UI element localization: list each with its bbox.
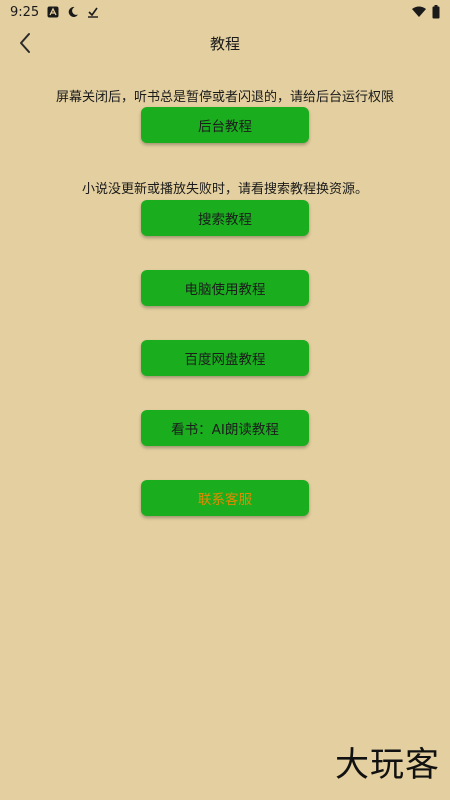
check-download-icon: [88, 7, 99, 18]
background-tutorial-button[interactable]: 后台教程: [141, 107, 309, 143]
status-time: 9:25: [10, 4, 40, 20]
night-mode-icon: [68, 6, 79, 17]
page-title: 教程: [209, 35, 240, 53]
watermark: 大玩客: [335, 745, 440, 785]
background-permission-hint: 屏幕关闭后，听书总是暂停或者闪退的，请给后台运行权限: [55, 90, 394, 105]
baidu-pan-tutorial-button[interactable]: 百度网盘教程: [141, 340, 309, 376]
battery-icon: [432, 5, 440, 19]
baidu-pan-tutorial-label: 百度网盘教程: [184, 352, 266, 368]
contact-support-button[interactable]: 联系客服: [141, 480, 309, 516]
ai-reading-tutorial-button[interactable]: 看书：AI朗读教程: [141, 410, 309, 446]
source-switch-hint: 小说没更新或播放失败时，请看搜索教程换资源。: [81, 182, 368, 197]
background-tutorial-label: 后台教程: [198, 119, 252, 135]
contact-support-label: 联系客服: [198, 492, 252, 508]
ai-reading-tutorial-label: 看书：AI朗读教程: [171, 422, 279, 438]
pc-tutorial-button[interactable]: 电脑使用教程: [141, 270, 309, 306]
status-right: [412, 5, 440, 19]
header: 教程: [0, 24, 450, 62]
search-tutorial-button[interactable]: 搜索教程: [141, 200, 309, 236]
status-left: 9:25: [10, 5, 99, 20]
search-tutorial-label: 搜索教程: [198, 212, 252, 228]
pc-tutorial-label: 电脑使用教程: [184, 282, 266, 298]
a-letter-icon: [47, 6, 59, 18]
status-bar: 9:25: [0, 0, 450, 24]
wifi-icon: [412, 6, 426, 17]
